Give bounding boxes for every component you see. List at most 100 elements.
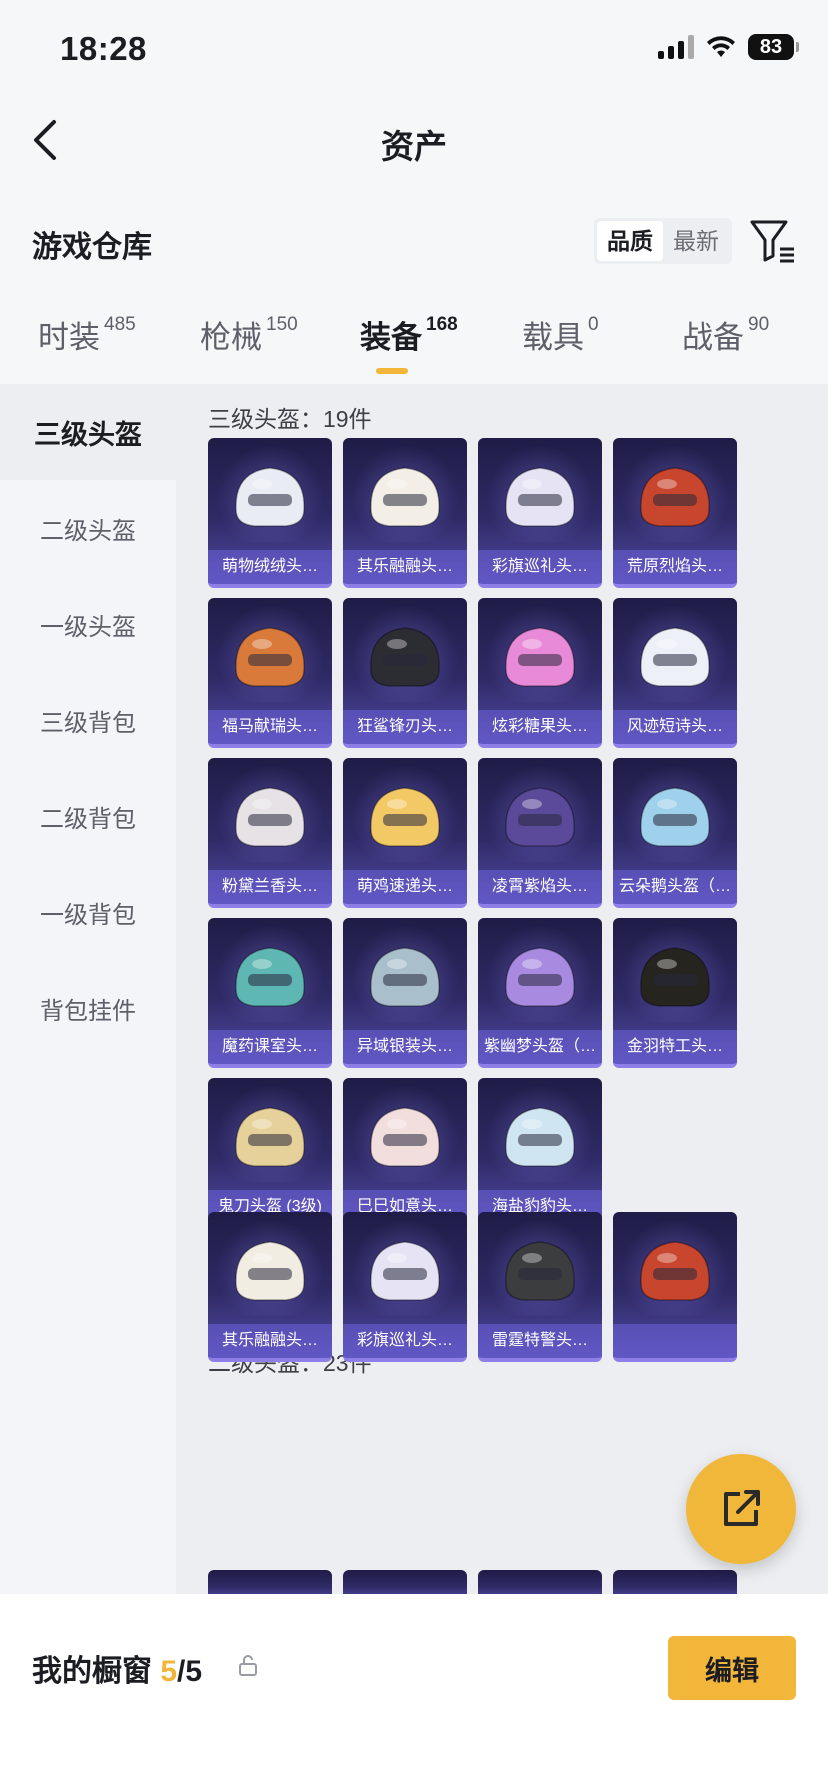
item-name: 异域银装头… [343,1030,467,1064]
item-card[interactable]: 福马献瑞头… [208,598,332,748]
item-name: 狂鲨锋刃头… [343,710,467,744]
sort-option-quality[interactable]: 品质 [597,221,663,261]
nav-bar: 资产 [0,100,828,180]
tab-fashion[interactable]: 时装 485 [38,312,136,357]
yellow-chick-helmet-icon [370,787,440,847]
status-bar: 18:28 83 [0,0,828,100]
sidebar-item-level3-backpack[interactable]: 三级背包 [0,672,176,768]
sidebar-item-level1-backpack[interactable]: 一级背包 [0,864,176,960]
item-card[interactable]: 风迹短诗头… [613,598,737,748]
sidebar: 三级头盔 二级头盔 一级头盔 三级背包 二级背包 一级背包 背包挂件 [0,384,176,1594]
share-button[interactable] [686,1454,796,1564]
item-name: 金羽特工头… [613,1030,737,1064]
item-card-partial[interactable] [343,1570,467,1594]
lace-helmet-icon [640,627,710,687]
item-card[interactable]: 其乐融融头… [208,1212,332,1362]
filter-button[interactable] [748,216,798,266]
share-icon [724,1490,760,1526]
white-gold-helmet-icon [235,1241,305,1301]
item-card[interactable]: 海盐豹豹头… [478,1078,602,1228]
white-bunny-helmet-icon [235,467,305,527]
purple-flame-helmet-icon [505,787,575,847]
item-card[interactable]: 粉黛兰香头… [208,758,332,908]
status-time: 18:28 [60,30,147,67]
sort-option-newest[interactable]: 最新 [663,221,729,261]
warehouse-title: 游戏仓库 [32,231,152,264]
item-card[interactable]: 萌鸡速递头… [343,758,467,908]
tab-count: 168 [426,314,458,335]
active-tab-indicator [376,368,408,374]
lock-icon [239,1655,257,1676]
tab-label: 时装 [38,320,100,355]
item-card[interactable]: 彩旗巡礼头… [478,438,602,588]
item-card[interactable] [613,1212,737,1362]
sidebar-item-level3-helmet[interactable]: 三级头盔 [0,384,176,480]
red-dragon-helmet-icon [640,467,710,527]
pink-candy-helmet-icon [505,627,575,687]
sidebar-item-level2-helmet[interactable]: 二级头盔 [0,480,176,576]
item-card[interactable]: 狂鲨锋刃头… [343,598,467,748]
item-card-partial[interactable] [613,1570,737,1594]
tab-label: 载具 [522,320,584,355]
item-name: 其乐融融头… [208,1324,332,1358]
item-card[interactable]: 鬼刀头盔 (3级) [208,1078,332,1228]
item-name: 彩旗巡礼头… [343,1324,467,1358]
item-name: 紫幽梦头盔（… [478,1030,602,1064]
tab-combat-gear[interactable]: 战备 90 [682,312,769,357]
black-shark-helmet-icon [370,627,440,687]
item-name: 萌物绒绒头… [208,550,332,584]
category-tabs: 时装 485 枪械 150 装备 168 载具 0 战备 90 [0,312,828,382]
item-card[interactable]: 金羽特工头… [613,918,737,1068]
item-card[interactable]: 凌霄紫焰头… [478,758,602,908]
sidebar-item-level1-helmet[interactable]: 一级头盔 [0,576,176,672]
item-card[interactable]: 荒原烈焰头… [613,438,737,588]
battery-icon: 83 [748,34,799,60]
status-icons: 83 [658,34,799,60]
item-card[interactable]: 雷霆特警头… [478,1212,602,1362]
silver-armor-helmet-icon [370,947,440,1007]
item-name: 云朵鹅头盔（… [613,870,737,904]
tab-firearms[interactable]: 枪械 150 [200,312,298,357]
tab-count: 485 [104,314,136,335]
item-name [613,1324,737,1358]
black-gold-helmet-icon [640,947,710,1007]
tab-vehicles[interactable]: 载具 0 [522,312,599,357]
section-title: 三级头盔：19件 [208,406,372,432]
tab-equipment[interactable]: 装备 168 [360,312,458,357]
item-card[interactable]: 其乐融融头… [343,438,467,588]
blue-leopard-helmet-icon [505,1107,575,1167]
item-card[interactable]: 彩旗巡礼头… [343,1212,467,1362]
witch-hat-helmet-icon [235,947,305,1007]
item-card[interactable]: 萌物绒绒头… [208,438,332,588]
tab-label: 枪械 [200,320,262,355]
item-card[interactable]: 巳巳如意头… [343,1078,467,1228]
item-grid: 三级头盔：19件 二级头盔：23件 萌物绒绒头… 其乐融融头… 彩旗巡礼头… 荒原烈焰… [176,384,828,1594]
item-card[interactable]: 炫彩糖果头… [478,598,602,748]
cellular-signal-icon [658,35,694,59]
jester-helmet-icon [505,467,575,527]
item-card-partial[interactable] [208,1570,332,1594]
item-name: 彩旗巡礼头… [478,550,602,584]
swat-helmet-icon [505,1241,575,1301]
cloud-goose-helmet-icon [640,787,710,847]
sidebar-item-level2-backpack[interactable]: 二级背包 [0,768,176,864]
sidebar-item-backpack-charm[interactable]: 背包挂件 [0,960,176,1056]
sort-toggle: 品质 最新 [594,218,732,264]
item-name: 炫彩糖果头… [478,710,602,744]
jester-helmet-icon [370,1241,440,1301]
item-card[interactable]: 紫幽梦头盔（… [478,918,602,1068]
showcase-label: 我的橱窗 5/5 [32,1646,202,1690]
item-name: 魔药课室头… [208,1030,332,1064]
item-card[interactable]: 异域银装头… [343,918,467,1068]
item-name: 荒原烈焰头… [613,550,737,584]
showcase-bar: 我的橱窗 5/5 编辑 [0,1594,828,1792]
wifi-icon [707,36,735,57]
item-card-partial[interactable] [478,1570,602,1594]
red-helmet-icon [640,1241,710,1301]
pink-snake-helmet-icon [370,1107,440,1167]
tab-label: 装备 [360,320,422,355]
showcase-title: 我的橱窗 [32,1655,152,1688]
edit-button[interactable]: 编辑 [668,1636,796,1700]
item-card[interactable]: 云朵鹅头盔（… [613,758,737,908]
item-card[interactable]: 魔药课室头… [208,918,332,1068]
